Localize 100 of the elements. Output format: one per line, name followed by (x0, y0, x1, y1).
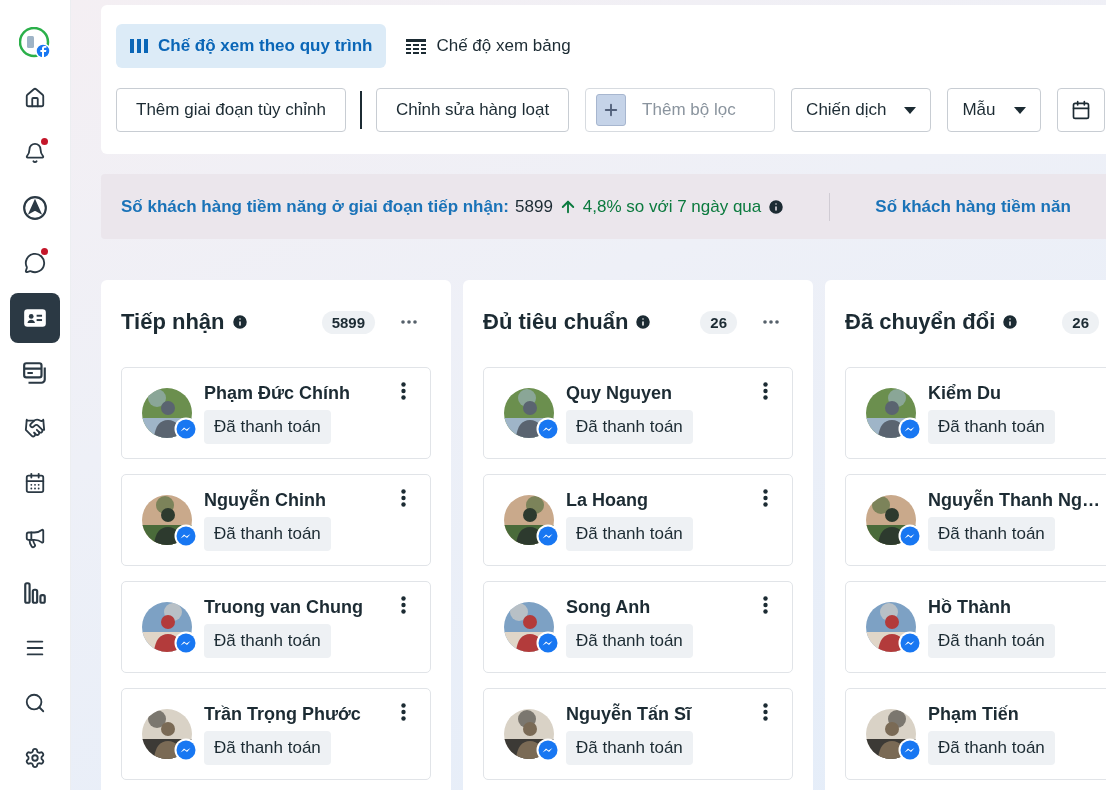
messenger-icon (174, 631, 198, 655)
calendar-icon (24, 472, 46, 494)
filter-input[interactable]: Thêm bộ lọc (640, 99, 765, 121)
lead-card[interactable]: Nguyễn Tấn Sĩ Đã thanh toán (483, 688, 793, 780)
status-tag: Đã thanh toán (928, 409, 1055, 444)
dropdown-button[interactable]: Mẫu (947, 88, 1041, 132)
columns-icon (130, 38, 148, 54)
lead-card[interactable]: Phạm Tiến Đã thanh toán (845, 688, 1106, 780)
more-icon (401, 320, 417, 324)
stat-label: Số khách hàng tiềm năng ở giai đoạn tiếp nhận: (121, 196, 509, 217)
card-menu-button[interactable] (401, 489, 406, 507)
date-button[interactable] (1056, 88, 1105, 132)
bar-chart-icon (22, 580, 48, 606)
kebab-icon (763, 703, 768, 721)
notification-dot (41, 138, 48, 145)
messenger-icon (536, 524, 560, 548)
chat-icon (24, 252, 46, 274)
add-stage-button[interactable]: Thêm giai đoạn tùy chỉnh (116, 88, 346, 132)
status-tag: Đã thanh toán (928, 516, 1055, 551)
app-logo-icon (19, 27, 51, 59)
status-tag: Đã thanh toán (566, 623, 693, 658)
lead-card[interactable]: Quy Nguyen Đã thanh toán (483, 367, 793, 459)
kebab-icon (401, 703, 406, 721)
info-icon (634, 313, 653, 331)
messenger-icon (174, 738, 198, 762)
kebab-icon (401, 596, 406, 614)
status-tag: Đã thanh toán (566, 516, 693, 551)
lead-name: Nguyễn Thanh Ng… (928, 489, 1100, 511)
view-tab[interactable]: Chế độ xem theo quy trình (116, 24, 387, 68)
stat-change: 4,8% so với 7 ngày qua (582, 196, 762, 217)
lead-card[interactable]: Truong van Chung Đã thanh toán (121, 581, 431, 673)
more-button[interactable] (763, 320, 779, 324)
status-tag: Đã thanh toán (928, 623, 1055, 658)
card-menu-button[interactable] (401, 703, 406, 721)
lead-name: Nguyễn Chinh (204, 489, 326, 511)
card-menu-button[interactable] (763, 596, 768, 614)
info-icon (230, 313, 249, 331)
status-tag: Đã thanh toán (204, 409, 331, 444)
add-filter-button[interactable] (596, 94, 627, 126)
stat-value: 5899 (515, 196, 553, 217)
lead-name: Song Anh (566, 596, 651, 618)
lead-card[interactable]: Phạm Đức Chính Đã thanh toán (121, 367, 431, 459)
lead-card[interactable]: La Hoang Đã thanh toán (483, 474, 793, 566)
kebab-icon (401, 382, 406, 400)
column-title: Đã chuyển đổi (845, 309, 996, 335)
kebab-icon (401, 489, 406, 507)
contacts-button[interactable] (10, 293, 60, 343)
lead-name: Phạm Đức Chính (204, 382, 351, 404)
kebab-icon (763, 382, 768, 400)
info-icon (1001, 313, 1020, 331)
filter-field[interactable]: Thêm bộ lọc (585, 88, 776, 132)
messenger-icon (898, 417, 922, 441)
lead-name: Kiểm Du (928, 382, 1001, 404)
cards-icon (22, 360, 48, 386)
card-menu-button[interactable] (401, 382, 406, 400)
count-badge: 26 (700, 310, 737, 334)
status-tag: Đã thanh toán (928, 730, 1055, 765)
lead-name: Phạm Tiến (928, 703, 1019, 725)
status-tag: Đã thanh toán (204, 623, 331, 658)
lead-card[interactable]: Song Anh Đã thanh toán (483, 581, 793, 673)
messenger-icon (898, 631, 922, 655)
search-icon (24, 692, 46, 714)
kebab-icon (763, 596, 768, 614)
lead-card[interactable]: Nguyễn Chinh Đã thanh toán (121, 474, 431, 566)
notification-dot (41, 248, 48, 255)
card-menu-button[interactable] (763, 489, 768, 507)
lead-card[interactable]: Kiểm Du Đã thanh toán (845, 367, 1106, 459)
lead-name: Trần Trọng Phước (204, 703, 361, 725)
lead-card[interactable]: Hồ Thành Đã thanh toán (845, 581, 1106, 673)
card-menu-button[interactable] (763, 703, 768, 721)
count-badge: 5899 (321, 310, 375, 334)
caret-icon (1013, 106, 1026, 114)
lead-name: Truong van Chung (204, 596, 363, 618)
lead-card[interactable]: Nguyễn Thanh Ng… Đã thanh toán (845, 474, 1106, 566)
handshake-icon (24, 417, 46, 439)
view-tab[interactable]: Chế độ xem bảng (392, 24, 585, 68)
calendar-icon (1070, 100, 1091, 120)
lead-name: Quy Nguyen (566, 382, 672, 404)
navigation-icon (22, 195, 48, 221)
info-icon (767, 197, 786, 216)
dropdown-button[interactable]: Chiến dịch (791, 88, 932, 132)
bulk-edit-button[interactable]: Chỉnh sửa hàng loạt (375, 88, 570, 132)
home-icon (24, 87, 46, 109)
status-tag: Đã thanh toán (566, 409, 693, 444)
status-tag: Đã thanh toán (204, 516, 331, 551)
messenger-icon (536, 417, 560, 441)
messenger-icon (536, 631, 560, 655)
messenger-icon (536, 738, 560, 762)
kebab-icon (763, 489, 768, 507)
lead-name: Hồ Thành (928, 596, 1011, 618)
messenger-icon (898, 738, 922, 762)
stat-label: Số khách hàng tiềm năn (875, 196, 1071, 217)
more-button[interactable] (401, 320, 417, 324)
card-menu-button[interactable] (763, 382, 768, 400)
card-menu-button[interactable] (401, 596, 406, 614)
table-icon (406, 38, 427, 54)
lead-name: Nguyễn Tấn Sĩ (566, 703, 691, 725)
messenger-icon (898, 524, 922, 548)
settings-icon (24, 747, 46, 769)
lead-card[interactable]: Trần Trọng Phước Đã thanh toán (121, 688, 431, 780)
